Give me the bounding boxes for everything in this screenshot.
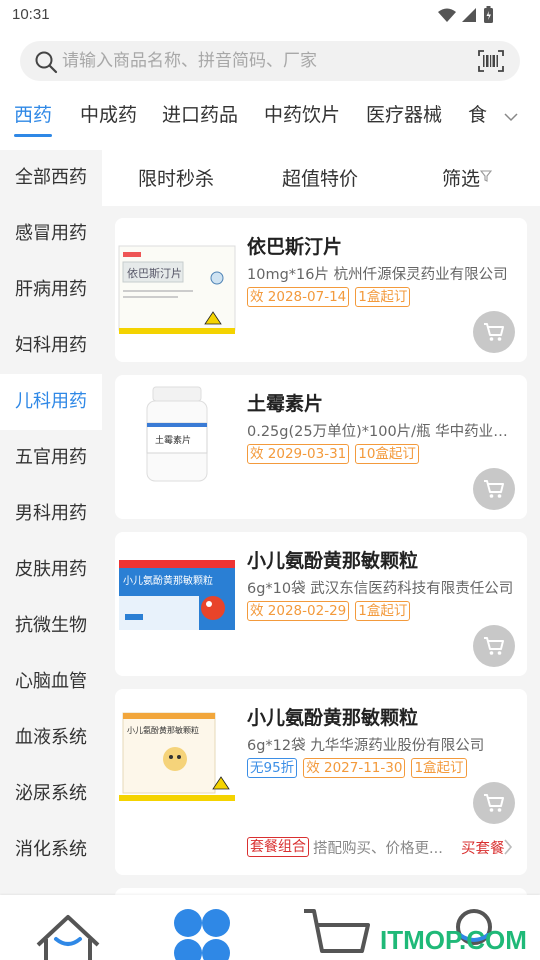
side-item-antimicrobial[interactable]: 抗微生物 bbox=[0, 598, 102, 654]
product-tags: 效 2028-02-29 1盒起订 bbox=[247, 601, 411, 621]
barcode-scan-icon[interactable] bbox=[478, 49, 504, 73]
side-item-ent[interactable]: 五官用药 bbox=[0, 430, 102, 486]
product-name[interactable]: 小儿氨酚黄那敏颗粒 bbox=[247, 546, 418, 573]
sort-flash-sale[interactable]: 限时秒杀 bbox=[138, 164, 214, 191]
side-item-all[interactable]: 全部西药 bbox=[0, 150, 102, 206]
product-spec: 10mg*16片 杭州仟源保灵药业有限公司 bbox=[247, 267, 508, 283]
tab-medical-devices[interactable]: 医疗器械 bbox=[366, 100, 442, 127]
status-time: 10:31 bbox=[12, 6, 50, 23]
product-spec: 0.25g(25万单位)*100片/瓶 华中药业股份有限公司 bbox=[247, 424, 519, 440]
product-card[interactable]: 土霉素片 土霉素片 0.25g(25万单位)*100片/瓶 华中药业股份有限公司… bbox=[115, 375, 527, 519]
shopping-cart-icon[interactable] bbox=[300, 905, 372, 960]
combo-tag: 套餐组合 bbox=[247, 837, 309, 857]
package-label: 小儿氨酚黄那敏颗粒 bbox=[123, 574, 213, 587]
cart-icon bbox=[484, 480, 504, 498]
search-bar bbox=[0, 30, 540, 90]
cart-icon bbox=[484, 794, 504, 812]
expiry-tag: 效 2028-07-14 bbox=[247, 287, 350, 307]
package-label: 依巴斯汀片 bbox=[127, 267, 182, 280]
product-card[interactable] bbox=[115, 888, 527, 895]
chevron-right-icon bbox=[504, 839, 513, 855]
expiry-tag: 效 2028-02-29 bbox=[247, 601, 350, 621]
package-combo-row[interactable]: 套餐组合 搭配购买、价格更... 买套餐 bbox=[247, 835, 519, 859]
side-item-blood[interactable]: 血液系统 bbox=[0, 710, 102, 766]
product-tags: 效 2029-03-31 10盒起订 bbox=[247, 444, 419, 464]
tab-herbal-pieces[interactable]: 中药饮片 bbox=[264, 100, 340, 127]
side-item-cardio[interactable]: 心脑血管 bbox=[0, 654, 102, 710]
buy-combo-link[interactable]: 买套餐 bbox=[461, 837, 505, 858]
side-item-pediatrics[interactable]: 儿科用药 bbox=[0, 374, 102, 430]
product-card[interactable]: 小儿氨酚黄那敏颗粒 小儿氨酚黄那敏颗粒 6g*12袋 九华华源药业股份有限公司 … bbox=[115, 689, 527, 875]
tab-food[interactable]: 食 bbox=[468, 100, 487, 127]
add-to-cart-button[interactable] bbox=[473, 468, 515, 510]
side-item-urinary[interactable]: 泌尿系统 bbox=[0, 766, 102, 822]
side-item-gynecology[interactable]: 妇科用药 bbox=[0, 318, 102, 374]
search-icon bbox=[35, 51, 58, 74]
min-order-tag: 1盒起订 bbox=[355, 287, 411, 307]
product-image: 依巴斯汀片 bbox=[118, 245, 236, 334]
filter-icon bbox=[480, 170, 492, 182]
product-tags: 无95折 效 2027-11-30 1盒起订 bbox=[247, 758, 467, 778]
side-item-cold[interactable]: 感冒用药 bbox=[0, 206, 102, 262]
tab-chinese-patent-medicine[interactable]: 中成药 bbox=[80, 100, 137, 127]
min-order-tag: 10盒起订 bbox=[355, 444, 419, 464]
product-card[interactable]: 小儿氨酚黄那敏颗粒 小儿氨酚黄那敏颗粒 6g*10袋 武汉东信医药科技有限责任公… bbox=[115, 532, 527, 676]
add-to-cart-button[interactable] bbox=[473, 782, 515, 824]
discount-tag: 无95折 bbox=[247, 758, 298, 778]
status-icons bbox=[438, 6, 493, 23]
product-list: 依巴斯汀片 依巴斯汀片 10mg*16片 杭州仟源保灵药业有限公司 效 2028… bbox=[102, 206, 540, 895]
cart-icon bbox=[484, 323, 504, 341]
product-tags: 效 2028-07-14 1盒起订 bbox=[247, 287, 411, 307]
sort-special-price[interactable]: 超值特价 bbox=[282, 164, 358, 191]
cart-icon bbox=[484, 637, 504, 655]
package-label: 土霉素片 bbox=[155, 434, 191, 446]
category-tabs: 西药 中成药 进口药品 中药饮片 医疗器械 食 bbox=[0, 90, 540, 150]
min-order-tag: 1盒起订 bbox=[355, 601, 411, 621]
expiry-tag: 效 2029-03-31 bbox=[247, 444, 350, 464]
min-order-tag: 1盒起订 bbox=[411, 758, 467, 778]
side-item-digestive[interactable]: 消化系统 bbox=[0, 822, 102, 878]
side-menu: 全部西药 感冒用药 肝病用药 妇科用药 儿科用药 五官用药 男科用药 皮肤用药 … bbox=[0, 150, 102, 895]
add-to-cart-button[interactable] bbox=[473, 311, 515, 353]
add-to-cart-button[interactable] bbox=[473, 625, 515, 667]
product-image: 土霉素片 bbox=[146, 386, 208, 482]
product-name[interactable]: 小儿氨酚黄那敏颗粒 bbox=[247, 703, 418, 730]
active-tab-indicator bbox=[14, 134, 52, 137]
side-item-liver[interactable]: 肝病用药 bbox=[0, 262, 102, 318]
product-name[interactable]: 土霉素片 bbox=[247, 389, 323, 416]
watermark: ITMOP.COM bbox=[380, 925, 527, 955]
product-name[interactable]: 依巴斯汀片 bbox=[247, 232, 342, 259]
category-icon[interactable] bbox=[168, 905, 236, 960]
expiry-tag: 效 2027-11-30 bbox=[303, 758, 406, 778]
product-spec: 6g*10袋 武汉东信医药科技有限责任公司 bbox=[247, 581, 514, 597]
sort-bar: 限时秒杀 超值特价 筛选 bbox=[102, 150, 540, 206]
side-item-dermatology[interactable]: 皮肤用药 bbox=[0, 542, 102, 598]
combo-description: 搭配购买、价格更... bbox=[313, 841, 443, 857]
package-label: 小儿氨酚黄那敏颗粒 bbox=[127, 725, 199, 735]
chevron-down-icon[interactable] bbox=[504, 112, 518, 122]
sort-filter[interactable]: 筛选 bbox=[442, 164, 480, 191]
status-bar: 10:31 bbox=[0, 0, 540, 30]
product-card[interactable]: 依巴斯汀片 依巴斯汀片 10mg*16片 杭州仟源保灵药业有限公司 效 2028… bbox=[115, 218, 527, 362]
side-item-andrology[interactable]: 男科用药 bbox=[0, 486, 102, 542]
product-image: 小儿氨酚黄那敏颗粒 bbox=[119, 560, 235, 630]
search-box[interactable] bbox=[20, 41, 520, 81]
product-image: 小儿氨酚黄那敏颗粒 bbox=[119, 712, 235, 801]
search-input[interactable] bbox=[62, 41, 462, 81]
tab-imported-medicine[interactable]: 进口药品 bbox=[162, 100, 238, 127]
home-icon[interactable] bbox=[34, 905, 102, 960]
product-spec: 6g*12袋 九华华源药业股份有限公司 bbox=[247, 738, 485, 754]
tab-western-medicine[interactable]: 西药 bbox=[14, 100, 52, 127]
